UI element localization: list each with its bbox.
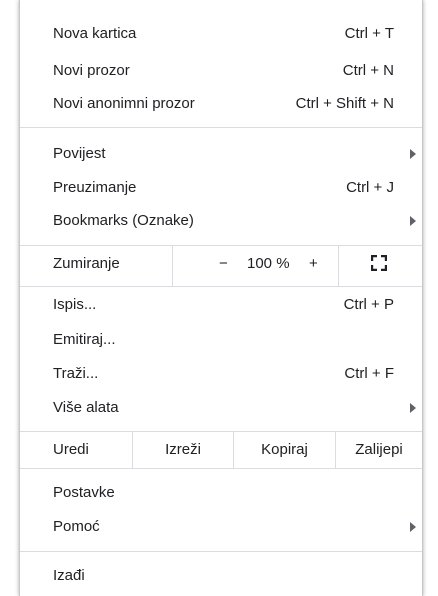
separator <box>20 551 422 552</box>
submenu-arrow-icon <box>410 216 416 226</box>
submenu-arrow-icon <box>410 403 416 413</box>
separator <box>20 286 422 287</box>
zoom-row: Zumiranje − 100 % + <box>20 246 422 286</box>
downloads-label: Preuzimanje <box>53 179 137 196</box>
new-window-label: Novi prozor <box>53 62 130 79</box>
chrome-main-menu: Nova kartica Ctrl + T Novi prozor Ctrl +… <box>19 0 423 596</box>
zoom-divider <box>338 246 339 286</box>
cast-label: Emitiraj... <box>53 331 116 348</box>
menu-item-more-tools[interactable]: Više alata <box>20 392 422 424</box>
zoom-in-button[interactable]: + <box>309 255 318 272</box>
menu-item-bookmarks[interactable]: Bookmarks (Oznake) <box>20 205 422 237</box>
separator <box>20 127 422 128</box>
menu-item-history[interactable]: Povijest <box>20 138 422 170</box>
submenu-arrow-icon <box>410 149 416 159</box>
zoom-label: Zumiranje <box>53 255 120 272</box>
zoom-out-button[interactable]: − <box>219 255 228 272</box>
bookmarks-label: Bookmarks (Oznake) <box>53 212 194 229</box>
menu-item-new-tab[interactable]: Nova kartica Ctrl + T <box>20 18 422 50</box>
zoom-value: 100 % <box>247 255 290 272</box>
exit-label: Izađi <box>53 567 85 584</box>
new-incognito-label: Novi anonimni prozor <box>53 95 195 112</box>
find-label: Traži... <box>53 365 99 382</box>
menu-item-settings[interactable]: Postavke <box>20 477 422 509</box>
menu-item-cast[interactable]: Emitiraj... <box>20 324 422 356</box>
menu-item-print[interactable]: Ispis... Ctrl + P <box>20 289 422 321</box>
submenu-arrow-icon <box>410 522 416 532</box>
menu-item-new-window[interactable]: Novi prozor Ctrl + N <box>20 55 422 87</box>
print-label: Ispis... <box>53 296 97 313</box>
fullscreen-icon[interactable] <box>371 255 387 271</box>
find-shortcut: Ctrl + F <box>344 365 394 382</box>
history-label: Povijest <box>53 145 106 162</box>
edit-row: Uredi Izreži Kopiraj Zalijepi <box>20 432 422 468</box>
copy-button[interactable]: Kopiraj <box>234 432 335 468</box>
new-tab-label: Nova kartica <box>53 25 137 42</box>
menu-item-find[interactable]: Traži... Ctrl + F <box>20 358 422 390</box>
zoom-divider <box>172 246 173 286</box>
paste-button[interactable]: Zalijepi <box>336 432 422 468</box>
menu-item-exit[interactable]: Izađi <box>20 560 422 592</box>
downloads-shortcut: Ctrl + J <box>346 179 394 196</box>
more-tools-label: Više alata <box>53 399 119 416</box>
print-shortcut: Ctrl + P <box>343 296 394 313</box>
separator <box>20 468 422 469</box>
new-incognito-shortcut: Ctrl + Shift + N <box>295 95 394 112</box>
edit-label: Uredi <box>53 441 89 458</box>
new-tab-shortcut: Ctrl + T <box>344 25 394 42</box>
new-window-shortcut: Ctrl + N <box>342 62 394 79</box>
settings-label: Postavke <box>53 484 115 501</box>
help-label: Pomoć <box>53 518 100 535</box>
cut-button[interactable]: Izreži <box>133 432 233 468</box>
menu-item-new-incognito[interactable]: Novi anonimni prozor Ctrl + Shift + N <box>20 88 422 120</box>
menu-item-downloads[interactable]: Preuzimanje Ctrl + J <box>20 172 422 204</box>
menu-item-help[interactable]: Pomoć <box>20 511 422 543</box>
